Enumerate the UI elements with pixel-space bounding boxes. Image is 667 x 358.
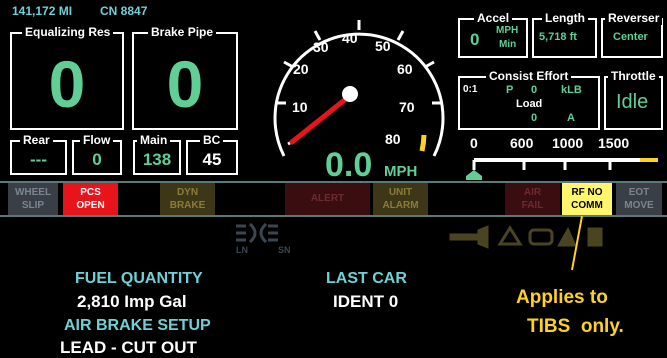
consist-ratio: 0:1	[463, 84, 478, 95]
scale-tick-1500: 1500	[598, 135, 630, 151]
speed-tick-20: 20	[293, 61, 309, 77]
bc-panel: BC 45	[186, 133, 238, 175]
needle-hub	[342, 86, 358, 102]
length-value: 5,718 ft	[539, 31, 577, 43]
accel-panel: Accel 0 MPH Min	[458, 11, 528, 58]
rear-value: ---	[30, 150, 47, 169]
bc-value: 45	[202, 150, 222, 169]
brake-pipe-panel: Brake Pipe 0	[132, 25, 238, 130]
last-car-value: IDENT 0	[333, 292, 399, 311]
horn-icon	[449, 233, 479, 241]
reverser-label: Reverser	[605, 11, 663, 25]
fuel-icon	[587, 227, 603, 247]
fuel-quantity-value: 2,810 Imp Gal	[77, 292, 187, 311]
fuel-quantity-label: FUEL QUANTITY	[75, 270, 203, 287]
load-unit: A	[567, 112, 575, 124]
equalizing-res-value: 0	[48, 47, 86, 121]
flow-label: Flow	[80, 133, 114, 147]
status-eot-move: EOT MOVE	[616, 183, 662, 215]
consist-p-value: 0	[531, 84, 538, 96]
status-unit-alarm: UNIT ALARM	[373, 183, 428, 215]
accel-value: 0	[470, 30, 480, 49]
brake-pipe-label: Brake Pipe	[148, 25, 217, 39]
status-rf-no-comm: RF NO COMM	[562, 183, 612, 215]
throttle-label: Throttle	[608, 69, 659, 83]
status-alert: ALERT	[285, 183, 370, 215]
length-panel: Length 5,718 ft	[532, 11, 597, 58]
main-value: 138	[142, 150, 172, 169]
equalizing-res-label: Equalizing Res	[22, 25, 114, 39]
sn-label: SN	[278, 245, 291, 255]
scale-marker	[466, 170, 482, 180]
flow-panel: Flow 0	[72, 133, 122, 175]
unit-number: CN 8847	[100, 4, 148, 18]
scale-tick-600: 600	[510, 135, 534, 151]
consist-p-label: P	[506, 84, 514, 96]
speed-tick-40: 40	[342, 30, 358, 46]
status-air-fail: AIR FAIL	[505, 183, 560, 215]
status-icon-row	[449, 225, 603, 249]
status-pcs-open: PCS OPEN	[63, 183, 118, 215]
consist-unit: kLB	[561, 84, 582, 96]
air-brake-setup-label: AIR BRAKE SETUP	[64, 317, 211, 334]
consist-effort-label: Consist Effort	[486, 69, 572, 83]
main-panel: Main 138	[133, 133, 181, 175]
bell-icon	[477, 225, 489, 249]
accel-unit-bottom: Min	[499, 39, 517, 50]
accel-unit-top: MPH	[496, 25, 519, 36]
brake-pipe-value: 0	[166, 47, 204, 121]
locomotive-display: 141,172 MI CN 8847 Equalizing Res 0 Brak…	[0, 0, 667, 358]
sander-icon	[528, 228, 554, 246]
speed-unit: MPH	[384, 163, 418, 180]
reverser-panel: Reverser Center	[601, 11, 663, 58]
length-label: Length	[542, 11, 588, 25]
rear-panel: Rear ---	[10, 133, 67, 175]
equalizing-res-panel: Equalizing Res 0	[10, 25, 124, 130]
speed-tick-60: 60	[397, 61, 413, 77]
throttle-panel: Throttle Idle	[604, 69, 663, 130]
effort-scale	[466, 158, 658, 180]
air-brake-setup-value: LEAD - CUT OUT	[60, 338, 197, 357]
warning-icon	[497, 225, 523, 246]
speed-tick-10: 10	[292, 99, 308, 115]
consist-effort-panel: Consist Effort 0:1 P 0 kLB Load 0 A	[458, 69, 600, 130]
annotation-line1: Applies to	[516, 287, 608, 308]
mileage: 141,172 MI	[12, 4, 73, 18]
speed-tick-80: 80	[385, 131, 401, 147]
main-label: Main	[137, 133, 171, 147]
ln-label: LN	[236, 245, 248, 255]
speed-tick-70: 70	[399, 99, 415, 115]
speed-tick-50: 50	[375, 38, 391, 54]
scale-tick-0: 0	[470, 135, 478, 151]
load-label: Load	[516, 98, 543, 110]
bc-label: BC	[200, 133, 224, 147]
last-car-label: LAST CAR	[326, 270, 407, 287]
reverser-value: Center	[613, 31, 648, 43]
speed-tick-30: 30	[313, 39, 329, 55]
status-wheel-slip: WHEEL SLIP	[8, 183, 58, 215]
scale-tick-1000: 1000	[552, 135, 584, 151]
status-dyn-brake: DYN BRAKE	[160, 183, 215, 215]
headlight-icon: LN SN	[236, 222, 291, 255]
load-value: 0	[531, 112, 538, 124]
annotation-line2: TIBS only.	[527, 316, 624, 337]
flow-value: 0	[92, 150, 102, 169]
annotation-pointer	[571, 215, 583, 271]
accel-label: Accel	[474, 11, 513, 25]
speed-value: 0.0	[325, 146, 373, 184]
rear-label: Rear	[20, 133, 53, 147]
throttle-value: Idle	[616, 91, 649, 113]
